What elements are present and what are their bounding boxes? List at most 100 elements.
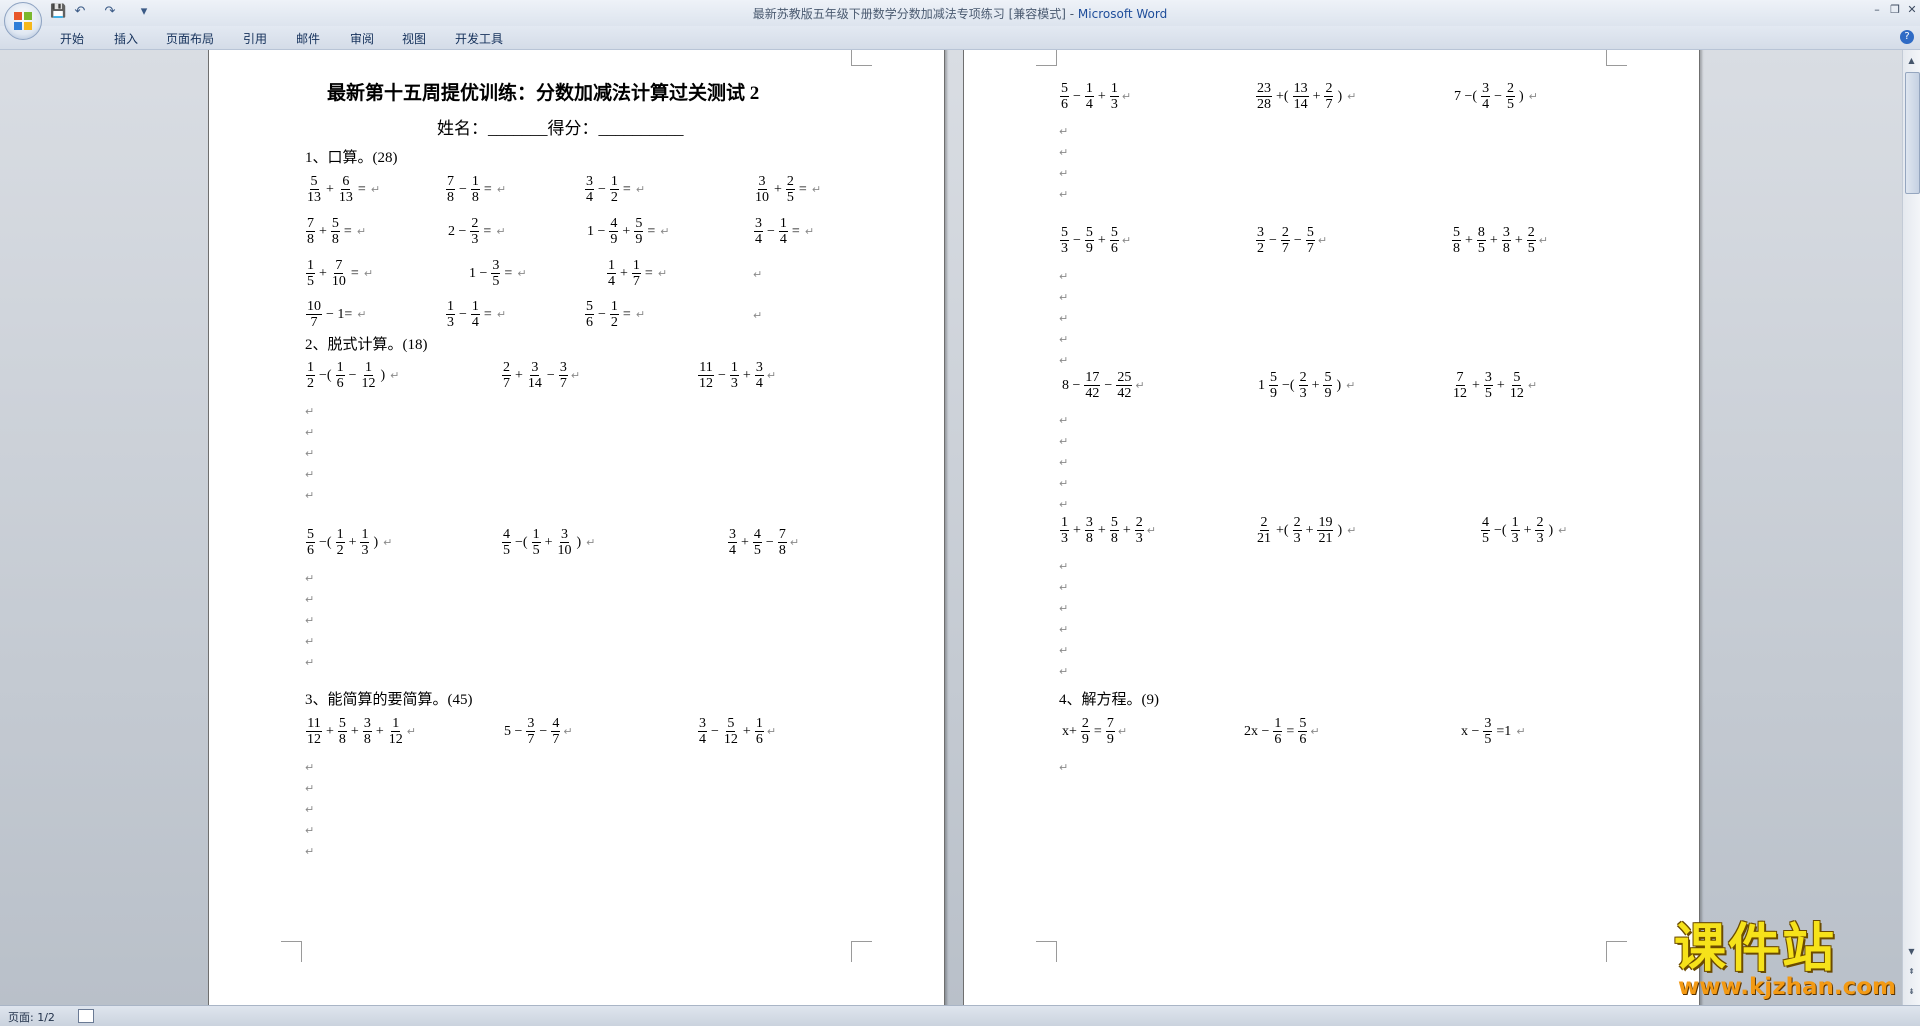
math-expression: 5 6−1 2 = ↵	[584, 295, 645, 333]
operator: −	[1073, 232, 1081, 248]
paragraph-mark: ↵	[305, 824, 315, 837]
operator: +	[1523, 522, 1532, 538]
fraction: 56	[1298, 716, 1308, 747]
numerator: 5	[585, 298, 594, 315]
tab-view[interactable]: 视图	[402, 30, 426, 47]
math-expression: x+ 2 9 = 7 9 ↵	[1059, 712, 1127, 750]
fraction: 14	[1084, 80, 1094, 112]
operator: =	[343, 223, 352, 239]
numerator: 17	[1084, 369, 1101, 386]
paragraph-mark: ↵	[305, 447, 315, 460]
numerator: 1	[631, 257, 641, 274]
tab-page-layout[interactable]: 页面布局	[166, 30, 214, 47]
fraction: 16	[335, 359, 345, 391]
denominator: 12	[307, 731, 321, 747]
numerator: 1	[1084, 80, 1094, 97]
tab-references[interactable]: 引用	[243, 30, 267, 47]
operator: +	[1097, 232, 1106, 248]
vertical-scrollbar[interactable]: ▲ ▼ ⇞ ⇟	[1902, 50, 1920, 1005]
numerator: 3	[698, 715, 707, 732]
denominator: 6	[586, 314, 593, 330]
fraction: 27	[1324, 81, 1334, 112]
tab-insert[interactable]: 插入	[114, 30, 138, 47]
denominator: 10	[331, 273, 346, 289]
operator: =	[504, 265, 513, 281]
numerator: 1	[335, 359, 345, 376]
paragraph-mark: ↵	[1059, 146, 1069, 159]
operator: −	[1073, 88, 1081, 104]
operator: )	[1337, 522, 1343, 538]
ribbon-tab-bar: 开始 插入 页面布局 引用 邮件 审阅 视图 开发工具 ?	[0, 26, 1920, 50]
numerator: 1	[360, 526, 370, 543]
fraction: 47	[551, 716, 561, 747]
paragraph-mark: ↵	[1516, 724, 1526, 738]
denominator: 9	[635, 231, 643, 247]
close-button[interactable]: ✕	[1901, 2, 1920, 18]
denominator: 5	[1484, 385, 1492, 401]
paragraph-mark: ↵	[1059, 312, 1069, 325]
paragraph-mark: ↵	[305, 656, 315, 669]
numerator: 1	[1273, 715, 1283, 732]
paragraph-mark: ↵	[1059, 414, 1069, 427]
fraction: 11 12	[306, 716, 322, 747]
fraction: 27	[1280, 225, 1290, 256]
numerator: 10	[306, 298, 322, 315]
fraction: 23	[1134, 515, 1144, 546]
page-count[interactable]: 页面: 1/2	[8, 1009, 55, 1025]
tab-mailings[interactable]: 邮件	[296, 30, 320, 47]
scrollbar-thumb[interactable]	[1905, 72, 1920, 194]
denominator: 8	[307, 231, 314, 247]
scroll-up-icon[interactable]: ▲	[1905, 54, 1918, 68]
operator: +	[1305, 522, 1314, 538]
denominator: 3	[1511, 530, 1519, 546]
watermark-title: 课件站	[1674, 919, 1837, 979]
denominator: 5	[1477, 240, 1485, 256]
denominator: 6	[1061, 96, 1068, 112]
operator: =	[798, 181, 807, 197]
math-expression: 1 4 +1 7 = ↵	[606, 254, 667, 292]
numerator: 3	[585, 173, 594, 190]
numerator: 1	[1510, 514, 1520, 531]
numerator: 5	[337, 715, 347, 732]
numerator: 5	[1060, 80, 1069, 97]
tab-developer[interactable]: 开发工具	[455, 30, 503, 47]
numerator: 1	[1109, 80, 1119, 97]
math-expression: 1 5 9 −(2 3 +5 9) ↵	[1255, 366, 1355, 404]
operator: +	[1472, 377, 1480, 393]
denominator: 4	[608, 273, 615, 289]
denominator: 5	[1506, 96, 1514, 112]
math-expression: 3 2−2 7−5 7 ↵	[1255, 221, 1327, 259]
tab-review[interactable]: 审阅	[350, 30, 374, 47]
proofing-icon[interactable]	[78, 1009, 94, 1023]
operator: +	[1514, 232, 1523, 248]
fraction: 11 12	[698, 360, 714, 391]
operator: −	[1494, 88, 1502, 104]
denominator: 9	[1081, 731, 1089, 747]
math-expression: 7 12 +3 5 +5 12 ↵	[1451, 366, 1537, 404]
numerator: 3	[1501, 224, 1511, 241]
numerator: 4	[502, 526, 511, 543]
fraction: 25	[785, 174, 795, 205]
help-icon[interactable]: ?	[1900, 30, 1914, 44]
operator: )	[1336, 377, 1342, 393]
operator: +	[348, 534, 357, 550]
fraction: 13	[1060, 515, 1069, 546]
office-button[interactable]	[4, 2, 42, 40]
numerator: 3	[728, 526, 737, 543]
operator: =	[350, 265, 359, 281]
operator: +	[1312, 88, 1321, 104]
tab-home[interactable]: 开始	[60, 30, 84, 47]
numerator: 7	[306, 215, 315, 232]
operator: −	[598, 181, 606, 197]
operator: +	[1311, 377, 1320, 393]
title-bar: 💾 ↶ ↷ ▾ 最新苏教版五年级下册数学分数加减法专项练习 [兼容模式] - M…	[0, 0, 1920, 40]
math-expression: 3 4−1 2 = ↵	[584, 170, 645, 208]
status-bar: 页面: 1/2	[0, 1005, 1920, 1026]
denominator: 8	[331, 231, 339, 247]
denominator: 7	[1325, 96, 1333, 112]
math-expression: 4 5 −(1 3 +2 3) ↵	[1480, 511, 1567, 549]
numerator: 3	[362, 715, 372, 732]
section-3-heading: 3、能简算的要简算。(45)	[305, 692, 473, 708]
fraction: 38	[1084, 515, 1094, 546]
numerator: 1	[609, 173, 619, 190]
